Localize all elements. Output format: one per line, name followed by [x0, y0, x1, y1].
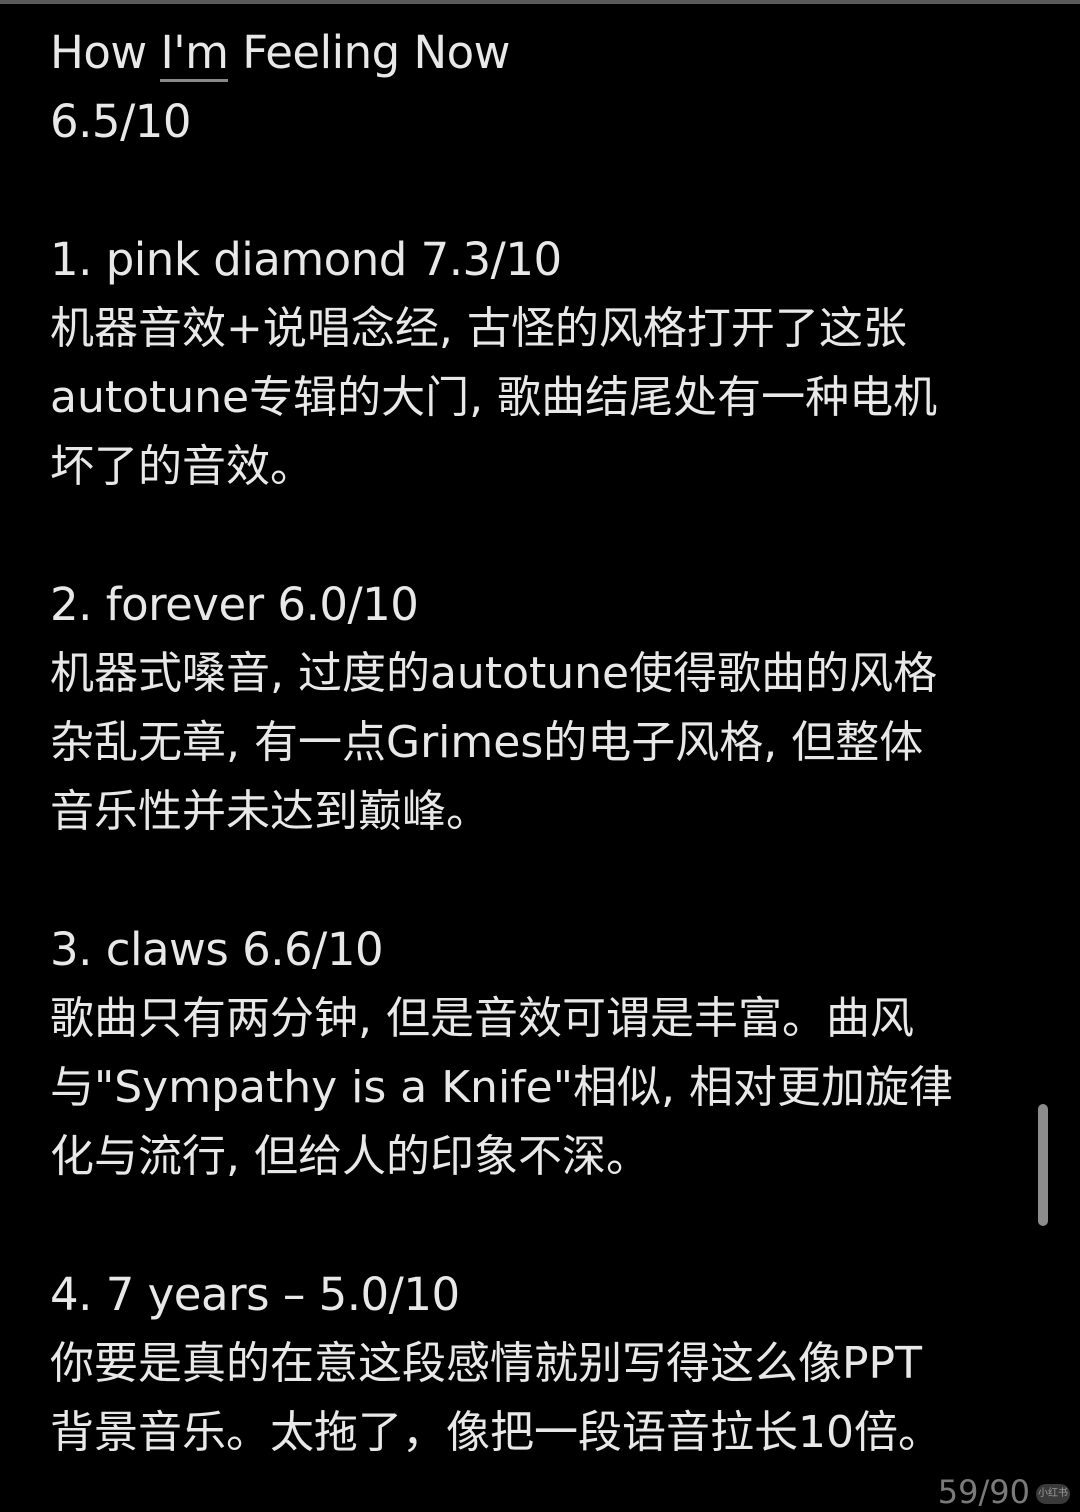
- underlined-word: I'm: [160, 26, 229, 82]
- track-review-line: 化与流行, 但给人的印象不深。: [50, 1131, 650, 1182]
- scrollbar-thumb[interactable]: [1038, 1104, 1048, 1226]
- track-heading: 1. pink diamond 7.3/10: [50, 233, 562, 286]
- page-indicator: 59/90: [937, 1473, 1030, 1511]
- track-review-line: 你要是真的在意这段感情就别写得这么像PPT: [50, 1338, 922, 1389]
- track-heading: 2. forever 6.0/10: [50, 578, 419, 631]
- track-heading: 3. claws 6.6/10: [50, 923, 384, 976]
- track-review-line: 音乐性并未达到巅峰。: [50, 786, 490, 837]
- track-review-line: 坏了的音效。: [50, 441, 314, 492]
- note-content[interactable]: How I'm Feeling Now 6.5/10 1. pink diamo…: [50, 18, 1040, 1467]
- track-review-line: 与"Sympathy is a Knife"相似, 相对更加旋律: [50, 1062, 953, 1113]
- track-review-line: 歌曲只有两分钟, 但是音效可谓是丰富。曲风: [50, 993, 914, 1044]
- track-review-line: 机器音效+说唱念经, 古怪的风格打开了这张: [50, 303, 907, 354]
- note-title: How I'm Feeling Now: [50, 18, 1040, 87]
- app-watermark: 小红书: [1036, 1484, 1070, 1504]
- track-review-line: autotune专辑的大门, 歌曲结尾处有一种电机: [50, 372, 938, 423]
- track-heading: 4. 7 years – 5.0/10: [50, 1268, 460, 1321]
- top-divider: [0, 0, 1080, 4]
- track-review-line: 杂乱无章, 有一点Grimes的电子风格, 但整体: [50, 717, 924, 768]
- album-score: 6.5/10: [50, 95, 192, 148]
- track-review-line: 背景音乐。太拖了，像把一段语音拉长10倍。: [50, 1407, 942, 1458]
- track-review-line: 机器式嗓音, 过度的autotune使得歌曲的风格: [50, 648, 938, 699]
